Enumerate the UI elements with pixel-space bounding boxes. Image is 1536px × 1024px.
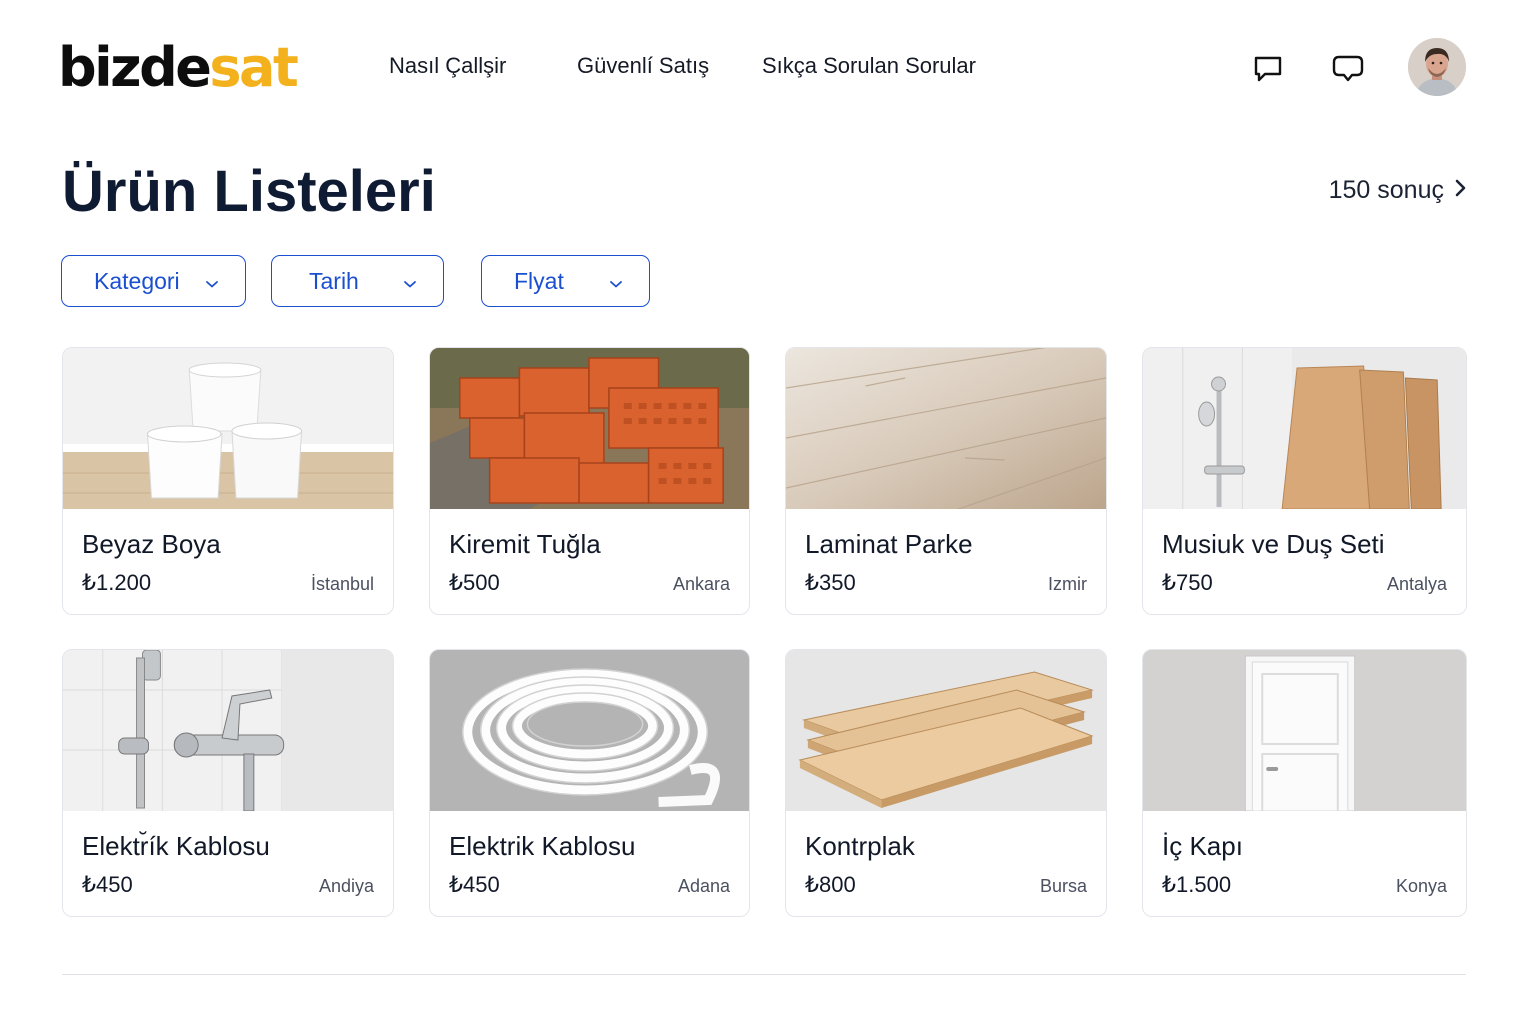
product-card[interactable]: Elektr̆ík Kablosu ₺450 Andiya	[62, 649, 394, 917]
filter-category[interactable]: Kategori	[61, 255, 246, 307]
product-title: Elektrik Kablosu	[449, 831, 636, 861]
page: bizdesat Nasıl Çallşir Güvenlí Satış Sık…	[0, 0, 1536, 1024]
filter-category-label: Kategori	[94, 267, 180, 294]
filter-date[interactable]: Tarih	[271, 255, 444, 307]
product-location: Ankara	[672, 574, 730, 594]
product-card[interactable]: Elektrik Kablosu ₺450 Adana	[429, 649, 750, 917]
footer-divider	[62, 974, 1466, 975]
product-image	[430, 650, 749, 811]
product-title: İç Kapı	[1162, 831, 1243, 861]
nav-link-how-it-works[interactable]: Nasıl Çallşir	[389, 52, 506, 80]
message-icon[interactable]	[1330, 50, 1366, 86]
results-count: 150 sonuç	[1328, 176, 1444, 204]
results-count-link[interactable]: 150 sonuç	[1329, 176, 1468, 205]
product-image	[786, 348, 1106, 509]
filter-price-label: Flyat	[514, 267, 564, 294]
product-price: ₺800	[805, 872, 856, 897]
chevron-down-icon	[609, 268, 623, 295]
product-location: İstanbul	[310, 574, 374, 594]
product-image	[1143, 348, 1466, 509]
product-price: ₺450	[82, 872, 133, 897]
chevron-down-icon	[205, 268, 219, 295]
product-location: Adana	[677, 876, 730, 896]
filter-price[interactable]: Flyat	[481, 255, 650, 307]
product-title: Laminat Parke	[805, 529, 973, 559]
chevron-right-icon	[1454, 176, 1468, 205]
product-location: Antalya	[1386, 574, 1447, 594]
product-title: Musiuk ve Duş Seti	[1162, 529, 1385, 559]
brand-logo-part2: sat	[209, 36, 298, 99]
product-location: Izmir	[1048, 574, 1087, 594]
product-title: Kiremit Tuğla	[449, 529, 601, 559]
nav-link-secure-sale[interactable]: Güvenlí Satış	[577, 52, 709, 80]
product-price: ₺450	[449, 872, 500, 897]
product-card[interactable]: Musiuk ve Duş Seti ₺750 Antalya	[1142, 347, 1467, 615]
brand-logo-part1: bizde	[58, 36, 212, 99]
product-card[interactable]: Kiremit Tuğla ₺500 Ankara	[429, 347, 750, 615]
product-card[interactable]: Beyaz Boya ₺1.200 İstanbul	[62, 347, 394, 615]
product-image	[1143, 650, 1466, 811]
product-location: Andiya	[318, 876, 374, 896]
product-location: Bursa	[1039, 876, 1087, 896]
product-price: ₺750	[1162, 570, 1213, 595]
product-card[interactable]: Kontrplak ₺800 Bursa	[785, 649, 1107, 917]
product-location: Konya	[1395, 876, 1447, 896]
product-card[interactable]: Laminat Parke ₺350 Izmir	[785, 347, 1107, 615]
product-title: Kontrplak	[805, 831, 915, 861]
product-price: ₺350	[805, 570, 856, 595]
product-image	[430, 348, 749, 509]
product-image	[786, 650, 1106, 811]
product-image	[63, 650, 393, 811]
product-title: Elektr̆ík Kablosu	[82, 831, 270, 861]
product-image	[63, 348, 393, 509]
chat-icon[interactable]	[1250, 50, 1286, 86]
page-title: Ürün Listeleri	[62, 159, 436, 224]
product-price: ₺1.200	[82, 570, 152, 595]
brand-logo[interactable]: bizdesat	[58, 36, 299, 100]
product-title: Beyaz Boya	[82, 529, 221, 559]
product-price: ₺1.500	[1162, 872, 1232, 897]
chevron-down-icon	[403, 268, 417, 295]
nav-link-faq[interactable]: Sıkça Sorulan Sorular	[762, 52, 976, 80]
filter-date-label: Tarih	[309, 267, 359, 294]
avatar[interactable]	[1408, 38, 1466, 96]
product-price: ₺500	[449, 570, 500, 595]
product-card[interactable]: İç Kapı ₺1.500 Konya	[1142, 649, 1467, 917]
